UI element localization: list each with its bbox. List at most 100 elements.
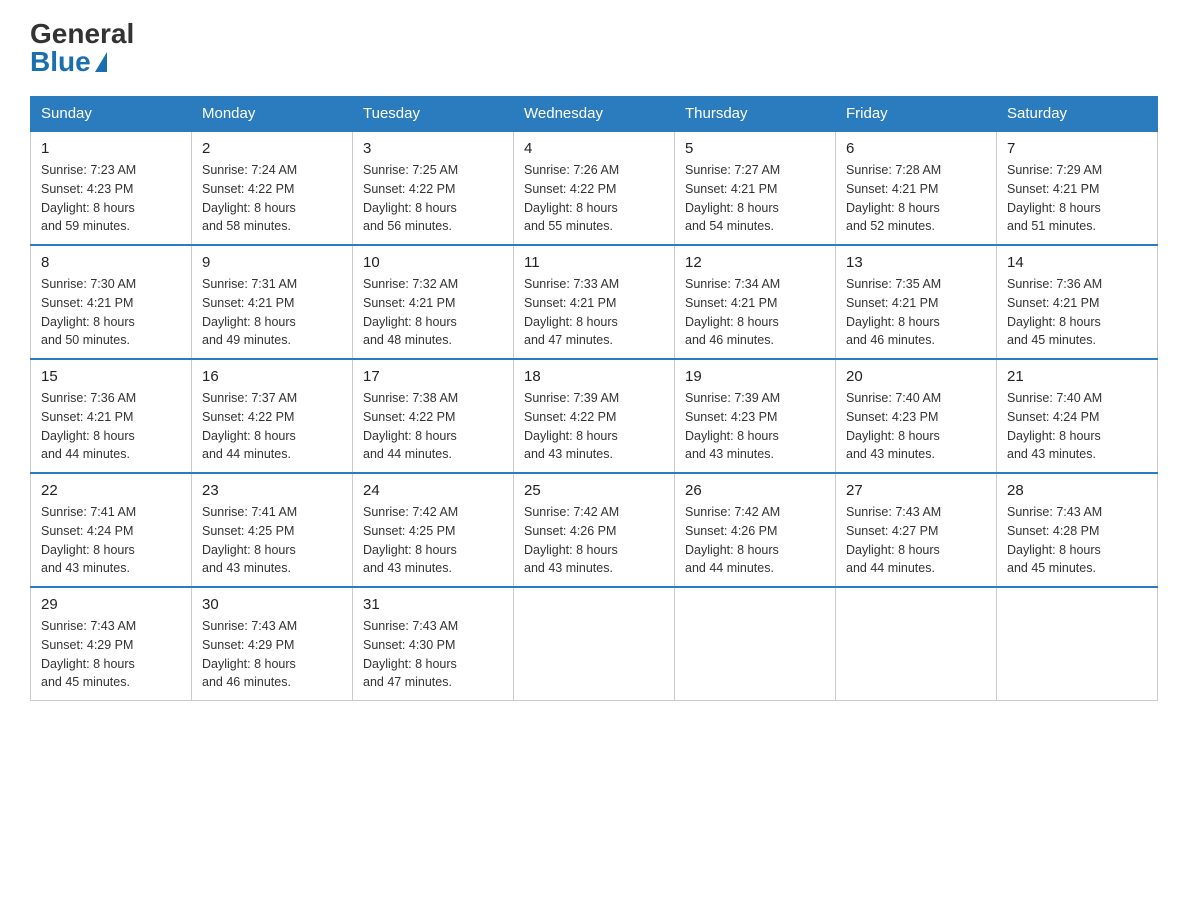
- day-number: 25: [524, 482, 664, 499]
- calendar-cell: 3 Sunrise: 7:25 AM Sunset: 4:22 PM Dayli…: [353, 131, 514, 245]
- logo-general-text: General: [30, 20, 134, 48]
- calendar-cell: 28 Sunrise: 7:43 AM Sunset: 4:28 PM Dayl…: [997, 473, 1158, 587]
- calendar-cell: 23 Sunrise: 7:41 AM Sunset: 4:25 PM Dayl…: [192, 473, 353, 587]
- calendar-cell: 8 Sunrise: 7:30 AM Sunset: 4:21 PM Dayli…: [31, 245, 192, 359]
- day-info: Sunrise: 7:34 AM Sunset: 4:21 PM Dayligh…: [685, 275, 825, 350]
- day-info: Sunrise: 7:35 AM Sunset: 4:21 PM Dayligh…: [846, 275, 986, 350]
- day-of-week-header: Friday: [836, 97, 997, 132]
- day-info: Sunrise: 7:42 AM Sunset: 4:26 PM Dayligh…: [524, 503, 664, 578]
- calendar-cell: 13 Sunrise: 7:35 AM Sunset: 4:21 PM Dayl…: [836, 245, 997, 359]
- day-info: Sunrise: 7:41 AM Sunset: 4:24 PM Dayligh…: [41, 503, 181, 578]
- day-number: 11: [524, 254, 664, 271]
- day-info: Sunrise: 7:42 AM Sunset: 4:25 PM Dayligh…: [363, 503, 503, 578]
- calendar-cell: 11 Sunrise: 7:33 AM Sunset: 4:21 PM Dayl…: [514, 245, 675, 359]
- calendar-cell: 24 Sunrise: 7:42 AM Sunset: 4:25 PM Dayl…: [353, 473, 514, 587]
- day-info: Sunrise: 7:32 AM Sunset: 4:21 PM Dayligh…: [363, 275, 503, 350]
- day-number: 28: [1007, 482, 1147, 499]
- calendar-cell: 10 Sunrise: 7:32 AM Sunset: 4:21 PM Dayl…: [353, 245, 514, 359]
- day-number: 16: [202, 368, 342, 385]
- day-info: Sunrise: 7:43 AM Sunset: 4:27 PM Dayligh…: [846, 503, 986, 578]
- calendar-cell: 19 Sunrise: 7:39 AM Sunset: 4:23 PM Dayl…: [675, 359, 836, 473]
- day-number: 17: [363, 368, 503, 385]
- calendar-week-row: 1 Sunrise: 7:23 AM Sunset: 4:23 PM Dayli…: [31, 131, 1158, 245]
- day-info: Sunrise: 7:43 AM Sunset: 4:30 PM Dayligh…: [363, 617, 503, 692]
- day-of-week-header: Thursday: [675, 97, 836, 132]
- day-info: Sunrise: 7:40 AM Sunset: 4:23 PM Dayligh…: [846, 389, 986, 464]
- calendar-week-row: 15 Sunrise: 7:36 AM Sunset: 4:21 PM Dayl…: [31, 359, 1158, 473]
- calendar-cell: 26 Sunrise: 7:42 AM Sunset: 4:26 PM Dayl…: [675, 473, 836, 587]
- day-number: 6: [846, 140, 986, 157]
- day-number: 24: [363, 482, 503, 499]
- day-number: 5: [685, 140, 825, 157]
- day-info: Sunrise: 7:25 AM Sunset: 4:22 PM Dayligh…: [363, 161, 503, 236]
- calendar-cell: 31 Sunrise: 7:43 AM Sunset: 4:30 PM Dayl…: [353, 587, 514, 701]
- day-number: 27: [846, 482, 986, 499]
- day-number: 10: [363, 254, 503, 271]
- day-info: Sunrise: 7:31 AM Sunset: 4:21 PM Dayligh…: [202, 275, 342, 350]
- logo: General Blue: [30, 20, 134, 76]
- day-number: 26: [685, 482, 825, 499]
- day-number: 18: [524, 368, 664, 385]
- day-number: 13: [846, 254, 986, 271]
- day-info: Sunrise: 7:39 AM Sunset: 4:22 PM Dayligh…: [524, 389, 664, 464]
- calendar-cell: 21 Sunrise: 7:40 AM Sunset: 4:24 PM Dayl…: [997, 359, 1158, 473]
- calendar-cell: 5 Sunrise: 7:27 AM Sunset: 4:21 PM Dayli…: [675, 131, 836, 245]
- day-of-week-header: Saturday: [997, 97, 1158, 132]
- calendar-cell: [997, 587, 1158, 701]
- calendar-cell: 4 Sunrise: 7:26 AM Sunset: 4:22 PM Dayli…: [514, 131, 675, 245]
- day-info: Sunrise: 7:40 AM Sunset: 4:24 PM Dayligh…: [1007, 389, 1147, 464]
- day-of-week-header: Tuesday: [353, 97, 514, 132]
- calendar-cell: [836, 587, 997, 701]
- calendar-cell: 12 Sunrise: 7:34 AM Sunset: 4:21 PM Dayl…: [675, 245, 836, 359]
- calendar-cell: 29 Sunrise: 7:43 AM Sunset: 4:29 PM Dayl…: [31, 587, 192, 701]
- calendar-cell: [514, 587, 675, 701]
- calendar-cell: 9 Sunrise: 7:31 AM Sunset: 4:21 PM Dayli…: [192, 245, 353, 359]
- logo-blue-text: Blue: [30, 48, 107, 76]
- calendar-cell: 30 Sunrise: 7:43 AM Sunset: 4:29 PM Dayl…: [192, 587, 353, 701]
- day-info: Sunrise: 7:41 AM Sunset: 4:25 PM Dayligh…: [202, 503, 342, 578]
- calendar-cell: 6 Sunrise: 7:28 AM Sunset: 4:21 PM Dayli…: [836, 131, 997, 245]
- day-number: 7: [1007, 140, 1147, 157]
- calendar-cell: 15 Sunrise: 7:36 AM Sunset: 4:21 PM Dayl…: [31, 359, 192, 473]
- day-info: Sunrise: 7:42 AM Sunset: 4:26 PM Dayligh…: [685, 503, 825, 578]
- day-number: 4: [524, 140, 664, 157]
- day-number: 14: [1007, 254, 1147, 271]
- day-info: Sunrise: 7:43 AM Sunset: 4:28 PM Dayligh…: [1007, 503, 1147, 578]
- day-number: 8: [41, 254, 181, 271]
- day-number: 2: [202, 140, 342, 157]
- calendar-week-row: 22 Sunrise: 7:41 AM Sunset: 4:24 PM Dayl…: [31, 473, 1158, 587]
- calendar-cell: 18 Sunrise: 7:39 AM Sunset: 4:22 PM Dayl…: [514, 359, 675, 473]
- day-number: 3: [363, 140, 503, 157]
- day-info: Sunrise: 7:28 AM Sunset: 4:21 PM Dayligh…: [846, 161, 986, 236]
- day-number: 19: [685, 368, 825, 385]
- calendar-table: SundayMondayTuesdayWednesdayThursdayFrid…: [30, 96, 1158, 701]
- day-number: 29: [41, 596, 181, 613]
- day-info: Sunrise: 7:29 AM Sunset: 4:21 PM Dayligh…: [1007, 161, 1147, 236]
- calendar-cell: 1 Sunrise: 7:23 AM Sunset: 4:23 PM Dayli…: [31, 131, 192, 245]
- header-row: SundayMondayTuesdayWednesdayThursdayFrid…: [31, 97, 1158, 132]
- day-info: Sunrise: 7:39 AM Sunset: 4:23 PM Dayligh…: [685, 389, 825, 464]
- day-info: Sunrise: 7:36 AM Sunset: 4:21 PM Dayligh…: [1007, 275, 1147, 350]
- calendar-cell: 25 Sunrise: 7:42 AM Sunset: 4:26 PM Dayl…: [514, 473, 675, 587]
- day-number: 20: [846, 368, 986, 385]
- day-number: 12: [685, 254, 825, 271]
- calendar-cell: 16 Sunrise: 7:37 AM Sunset: 4:22 PM Dayl…: [192, 359, 353, 473]
- day-number: 21: [1007, 368, 1147, 385]
- day-of-week-header: Monday: [192, 97, 353, 132]
- calendar-cell: 27 Sunrise: 7:43 AM Sunset: 4:27 PM Dayl…: [836, 473, 997, 587]
- day-number: 30: [202, 596, 342, 613]
- day-number: 15: [41, 368, 181, 385]
- day-info: Sunrise: 7:37 AM Sunset: 4:22 PM Dayligh…: [202, 389, 342, 464]
- day-number: 9: [202, 254, 342, 271]
- day-info: Sunrise: 7:30 AM Sunset: 4:21 PM Dayligh…: [41, 275, 181, 350]
- day-info: Sunrise: 7:43 AM Sunset: 4:29 PM Dayligh…: [41, 617, 181, 692]
- calendar-cell: 14 Sunrise: 7:36 AM Sunset: 4:21 PM Dayl…: [997, 245, 1158, 359]
- day-of-week-header: Sunday: [31, 97, 192, 132]
- day-info: Sunrise: 7:36 AM Sunset: 4:21 PM Dayligh…: [41, 389, 181, 464]
- calendar-header: SundayMondayTuesdayWednesdayThursdayFrid…: [31, 97, 1158, 132]
- day-number: 23: [202, 482, 342, 499]
- calendar-cell: 22 Sunrise: 7:41 AM Sunset: 4:24 PM Dayl…: [31, 473, 192, 587]
- day-info: Sunrise: 7:43 AM Sunset: 4:29 PM Dayligh…: [202, 617, 342, 692]
- day-info: Sunrise: 7:27 AM Sunset: 4:21 PM Dayligh…: [685, 161, 825, 236]
- day-info: Sunrise: 7:23 AM Sunset: 4:23 PM Dayligh…: [41, 161, 181, 236]
